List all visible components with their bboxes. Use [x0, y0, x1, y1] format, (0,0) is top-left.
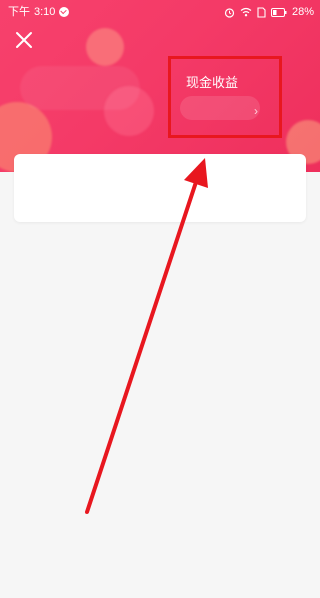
status-left: 下午 3:10 — [8, 0, 70, 24]
bokeh-decoration — [86, 28, 124, 66]
close-button[interactable] — [10, 26, 38, 54]
content-card — [14, 154, 306, 222]
close-icon — [16, 32, 32, 48]
check-notification-icon — [59, 7, 70, 17]
app-screen: 下午 3:10 28% 现金收益 › — [0, 0, 320, 598]
sim-card-icon — [257, 6, 266, 18]
arrow-shaft — [85, 174, 200, 514]
battery-icon — [270, 7, 287, 17]
status-time: 3:10 — [34, 6, 56, 18]
status-bar: 下午 3:10 28% — [0, 0, 320, 24]
battery-percent: 28% — [291, 6, 314, 18]
highlight-box — [168, 56, 282, 138]
status-right: 28% — [224, 0, 314, 24]
bokeh-decoration — [20, 66, 140, 110]
wifi-icon — [240, 7, 252, 17]
time-prefix: 下午 — [8, 6, 30, 18]
alarm-icon — [224, 7, 235, 18]
